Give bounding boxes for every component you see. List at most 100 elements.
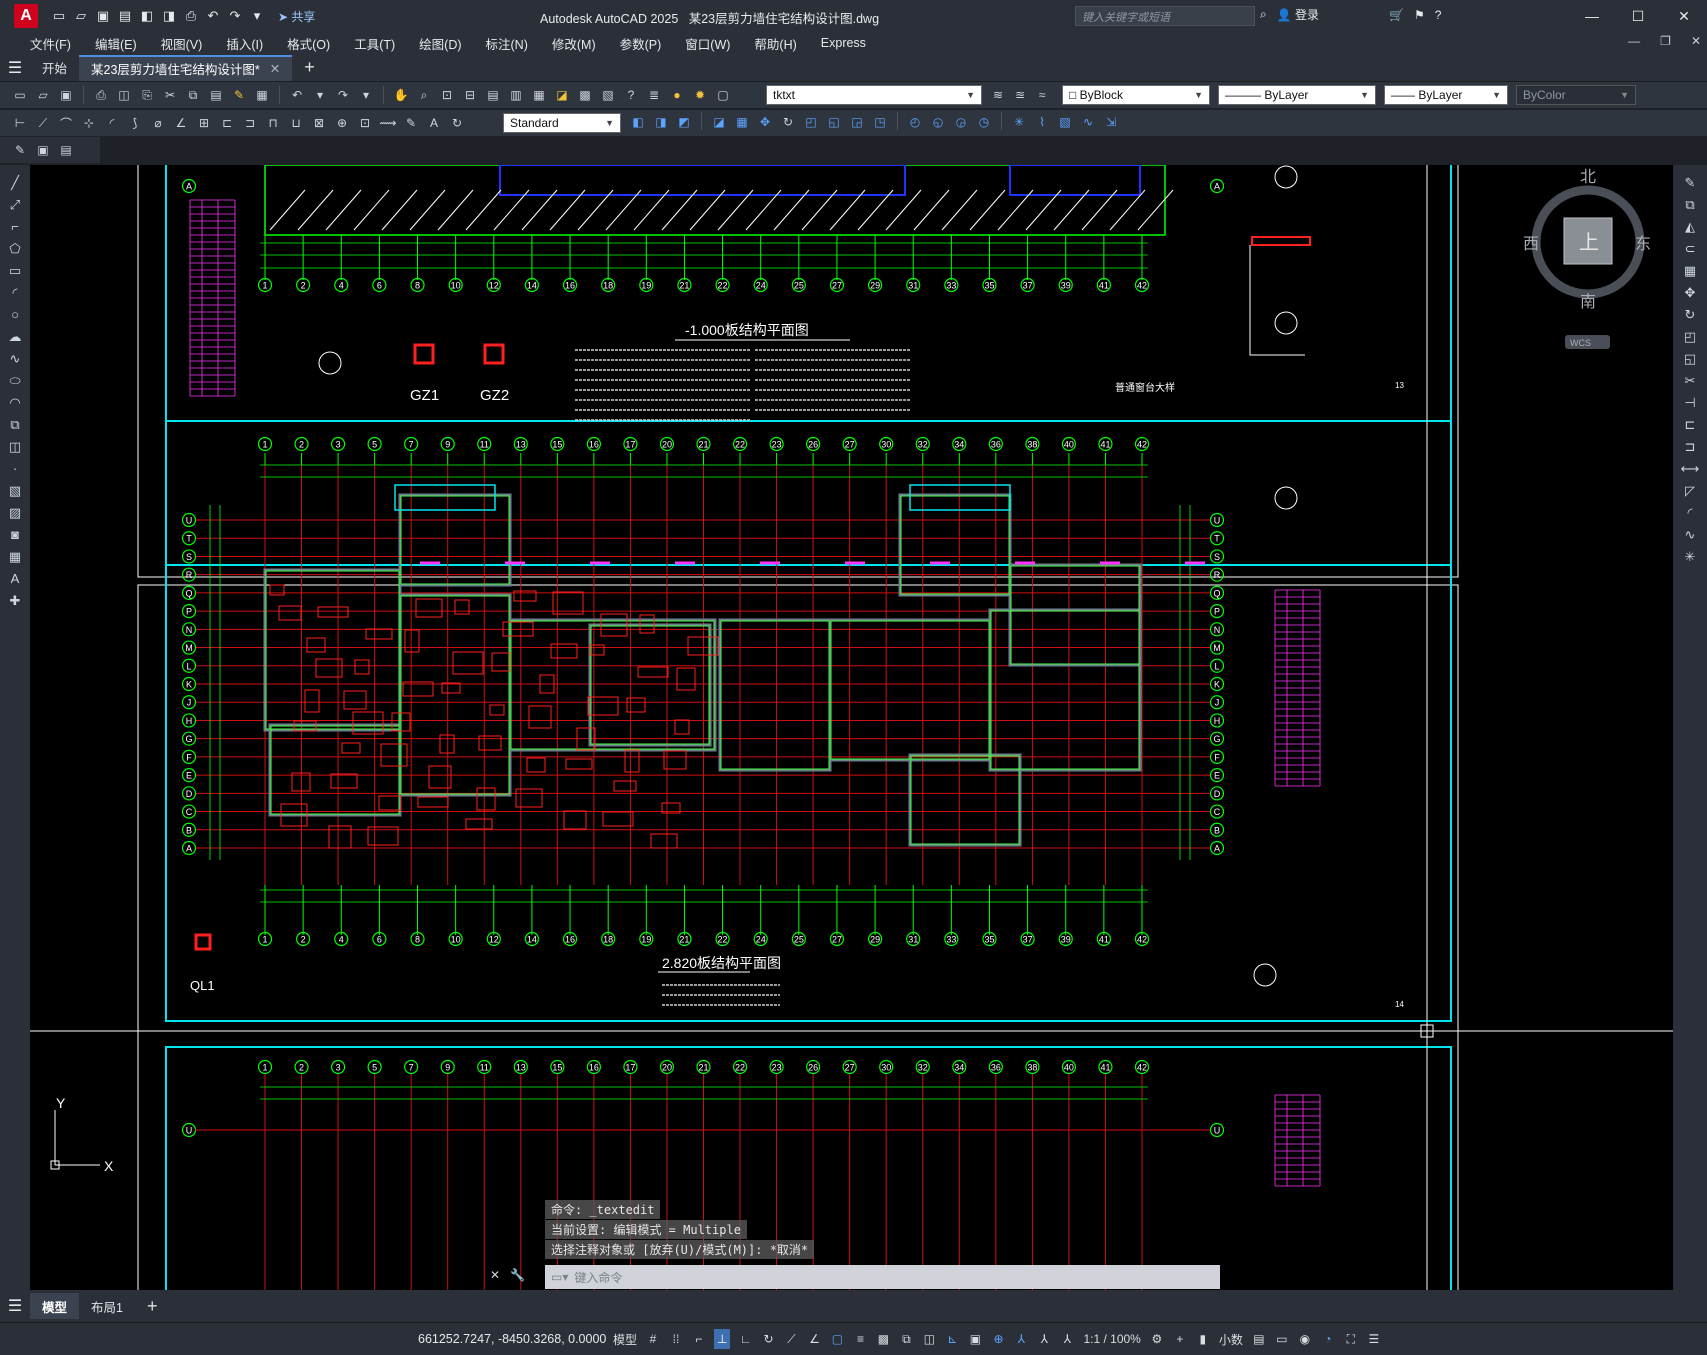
share-button[interactable]: ➤ 共享	[278, 8, 315, 25]
make-current-layer-icon[interactable]: ≋	[988, 85, 1008, 105]
draw-table-icon[interactable]: ▦	[4, 547, 26, 566]
isometric-icon[interactable]: ⟋	[783, 1329, 799, 1349]
qnew-icon[interactable]: ▭	[10, 85, 30, 105]
cut-icon[interactable]: ✂	[160, 85, 180, 105]
doc-close-button[interactable]: ✕	[1691, 34, 1701, 48]
plot-icon[interactable]: ⎙	[182, 7, 200, 25]
ordinate-dim-icon[interactable]: ⊹	[79, 113, 99, 133]
side-blend-icon[interactable]: ∿	[1679, 525, 1701, 544]
side-copy-icon[interactable]: ⧉	[1679, 195, 1701, 214]
side-extend-icon[interactable]: ⊣	[1679, 393, 1701, 412]
move-icon[interactable]: ✥	[755, 112, 775, 132]
lineweight-combo[interactable]: —— ByLayer ▼	[1384, 85, 1508, 105]
extend-icon[interactable]: ◳	[870, 112, 890, 132]
linear-dim-icon[interactable]: ⊢	[10, 113, 30, 133]
arc-length-icon[interactable]: ⌒	[56, 113, 76, 133]
offset-icon[interactable]: ◪	[709, 112, 729, 132]
tool-palettes-icon[interactable]: ▦	[529, 85, 549, 105]
erase-icon[interactable]: ◧	[628, 112, 648, 132]
polar-tracking-icon[interactable]: ↻	[760, 1329, 776, 1349]
menu-format[interactable]: 格式(O)	[275, 34, 342, 53]
command-close-icon[interactable]: ✕	[490, 1268, 500, 1282]
jogged-linear-icon[interactable]: ⟿	[378, 113, 398, 133]
workspace-gear-icon[interactable]: ⚙	[1149, 1329, 1165, 1349]
preview-icon[interactable]: ◫	[114, 85, 134, 105]
revision-cloud-icon[interactable]: ☁	[4, 327, 26, 346]
side-array-icon[interactable]: ▦	[1679, 261, 1701, 280]
dynamic-ucs-icon[interactable]: ⊾	[944, 1329, 960, 1349]
tolerance-icon[interactable]: ⊠	[309, 113, 329, 133]
viewcube-south[interactable]: 南	[1580, 293, 1596, 311]
menu-help[interactable]: 帮助(H)	[742, 34, 808, 53]
side-rotate-icon[interactable]: ↻	[1679, 305, 1701, 324]
ortho-icon[interactable]: ∟	[737, 1329, 753, 1349]
auto-scale-icon[interactable]: ⅄	[1036, 1329, 1052, 1349]
zoom-previous-icon[interactable]: ⊟	[460, 85, 480, 105]
dim-text-edit-icon[interactable]: A	[424, 113, 444, 133]
side-fillet-icon[interactable]: ◜	[1679, 503, 1701, 522]
selection-cycling-icon[interactable]: ⧉	[898, 1329, 914, 1349]
stretch-icon[interactable]: ◱	[824, 112, 844, 132]
file-tabs-menu-icon[interactable]: ☰	[0, 58, 30, 78]
ellipse-icon[interactable]: ⬭	[4, 371, 26, 390]
help-icon[interactable]: ?	[1435, 8, 1442, 22]
help-search-input[interactable]: 键入关键字或短语	[1075, 6, 1255, 26]
menu-tools[interactable]: 工具(T)	[342, 34, 407, 53]
jogged-dim-icon[interactable]: ⟆	[125, 113, 145, 133]
close-tab-icon[interactable]: ✕	[270, 61, 280, 76]
doc-minimize-button[interactable]: —	[1628, 34, 1640, 48]
side-erase-icon[interactable]: ✎	[1679, 173, 1701, 192]
minimize-button[interactable]: —	[1569, 0, 1615, 32]
copy-icon[interactable]: ⧉	[183, 85, 203, 105]
polyline-icon[interactable]: ⌐	[4, 217, 26, 236]
construction-line-icon[interactable]: ⤢	[4, 195, 26, 214]
doc-restore-button[interactable]: ❐	[1660, 34, 1671, 48]
gradient-icon[interactable]: ▨	[4, 503, 26, 522]
maximize-button[interactable]: ☐	[1615, 0, 1661, 32]
menu-dimension[interactable]: 标注(N)	[474, 34, 540, 53]
menu-modify[interactable]: 修改(M)	[540, 34, 608, 53]
sheet-set-icon[interactable]: ◪	[552, 85, 572, 105]
object-snap-tracking-icon[interactable]: ∠	[806, 1329, 822, 1349]
open-file-icon[interactable]: ▱	[33, 85, 53, 105]
trim-icon[interactable]: ◲	[847, 112, 867, 132]
copy-object-icon[interactable]: ◨	[651, 112, 671, 132]
inspection-icon[interactable]: ⊡	[355, 113, 375, 133]
layer-previous-icon[interactable]: ≊	[1010, 85, 1030, 105]
polygon-icon[interactable]: ⬠	[4, 239, 26, 258]
make-block-icon[interactable]: ◫	[4, 437, 26, 456]
customization-icon[interactable]: ☰	[1366, 1329, 1382, 1349]
annotation-monitor-icon[interactable]: +	[1172, 1329, 1188, 1349]
new-icon[interactable]: ▭	[50, 7, 68, 25]
layer-combo[interactable]: tktxt ▼	[766, 85, 982, 105]
dynamic-input-icon[interactable]: ⊥	[714, 1329, 731, 1349]
lineweight-icon[interactable]: ≡	[852, 1329, 868, 1349]
viewcube[interactable]: 上 北 南 东 西 WCS	[1523, 168, 1651, 349]
dim-edit-icon[interactable]: ✎	[401, 113, 421, 133]
help-toolbar-icon[interactable]: ?	[621, 85, 641, 105]
rectangle-icon[interactable]: ▭	[4, 261, 26, 280]
angular-dim-icon[interactable]: ∠	[171, 113, 191, 133]
publish-icon[interactable]: ⎘	[137, 85, 157, 105]
chamfer-icon[interactable]: ◶	[951, 112, 971, 132]
insert-block-icon[interactable]: ⧉	[4, 415, 26, 434]
side-explode-icon[interactable]: ✳	[1679, 547, 1701, 566]
grid-icon[interactable]: #	[645, 1329, 661, 1349]
close-window-button[interactable]: ✕	[1661, 0, 1707, 32]
dim-break-icon[interactable]: ⊔	[286, 113, 306, 133]
undo-dropdown-icon[interactable]: ▾	[310, 85, 330, 105]
pan-icon[interactable]: ✋	[391, 85, 411, 105]
break-icon[interactable]: ◴	[905, 112, 925, 132]
table-icon[interactable]: ▤	[56, 140, 76, 160]
undo-icon[interactable]: ↶	[204, 7, 222, 25]
scale-icon[interactable]: ◰	[801, 112, 821, 132]
calculator-icon[interactable]: ▧	[598, 85, 618, 105]
zoom-window-icon[interactable]: ⊡	[437, 85, 457, 105]
annotation-scale-icon[interactable]: ⅄	[1059, 1329, 1075, 1349]
tab-start[interactable]: 开始	[30, 55, 79, 81]
spline-edit-icon[interactable]: ∿	[1078, 112, 1098, 132]
open-icon[interactable]: ▱	[72, 7, 90, 25]
user-login[interactable]: 👤 登录	[1277, 6, 1319, 23]
mirror-icon[interactable]: ◩	[674, 112, 694, 132]
explode-icon[interactable]: ✳	[1009, 112, 1029, 132]
